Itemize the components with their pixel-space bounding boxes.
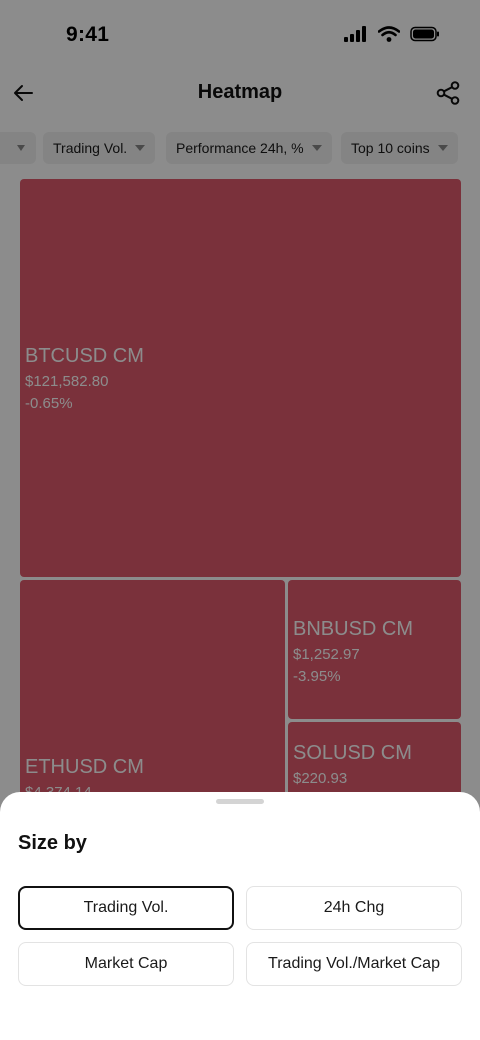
option-label: Trading Vol. [83,899,169,916]
size-by-sheet: Size by Trading Vol. 24h Chg Market Cap … [0,792,480,1040]
option-label: Market Cap [84,955,168,972]
size-option-trading-vol[interactable]: Trading Vol. [18,886,234,930]
option-label: Trading Vol./Market Cap [268,955,440,972]
size-option-trading-vol-market-cap[interactable]: Trading Vol./Market Cap [246,942,462,986]
sheet-drag-handle[interactable] [216,799,264,804]
size-option-market-cap[interactable]: Market Cap [18,942,234,986]
sheet-title: Size by [18,832,87,854]
option-label: 24h Chg [323,899,385,916]
size-option-24h-chg[interactable]: 24h Chg [246,886,462,930]
